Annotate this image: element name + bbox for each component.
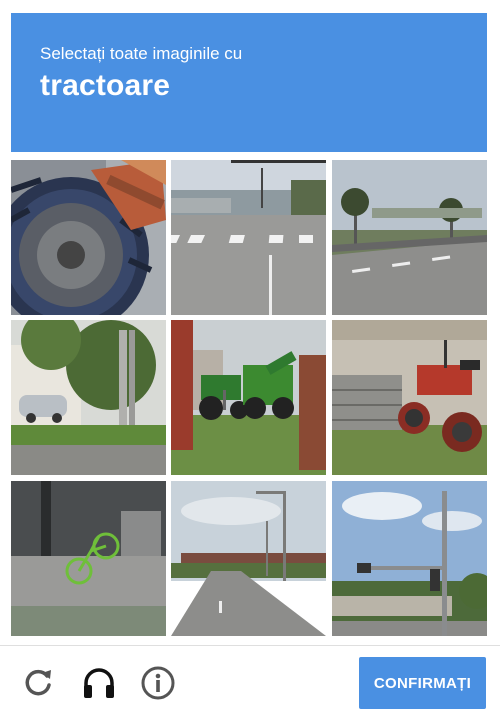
image-tile-5[interactable] bbox=[171, 320, 326, 475]
reload-icon bbox=[25, 669, 51, 696]
reload-button[interactable] bbox=[20, 664, 58, 702]
footer-divider bbox=[0, 645, 500, 646]
crosswalk-image bbox=[171, 160, 326, 315]
info-icon bbox=[141, 666, 175, 700]
image-tile-3[interactable] bbox=[332, 160, 487, 315]
confirm-button[interactable]: CONFIRMAȚI bbox=[359, 657, 486, 709]
palm-road-image bbox=[332, 160, 487, 315]
highway-overpass-image bbox=[171, 481, 326, 636]
image-tile-7[interactable] bbox=[11, 481, 166, 636]
info-button[interactable] bbox=[139, 664, 177, 702]
challenge-header: Selectați toate imaginile cu tractoare bbox=[11, 13, 487, 152]
trees-pole-image bbox=[11, 320, 166, 475]
image-tile-9[interactable] bbox=[332, 481, 487, 636]
red-tractor-image bbox=[332, 320, 487, 475]
image-tile-2[interactable] bbox=[171, 160, 326, 315]
bicycle-image bbox=[11, 481, 166, 636]
image-tile-6[interactable] bbox=[332, 320, 487, 475]
image-tile-4[interactable] bbox=[11, 320, 166, 475]
traffic-light-image bbox=[332, 481, 487, 636]
image-grid bbox=[11, 160, 487, 636]
image-tile-1[interactable] bbox=[11, 160, 166, 315]
image-tile-8[interactable] bbox=[171, 481, 326, 636]
instruction-text: Selectați toate imaginile cu bbox=[40, 44, 243, 63]
target-object-text: tractoare bbox=[40, 69, 171, 102]
tractor-wheel-image bbox=[11, 160, 166, 315]
audio-challenge-button[interactable] bbox=[80, 664, 118, 702]
green-tractors-image bbox=[171, 320, 326, 475]
headphones-icon bbox=[84, 668, 114, 698]
